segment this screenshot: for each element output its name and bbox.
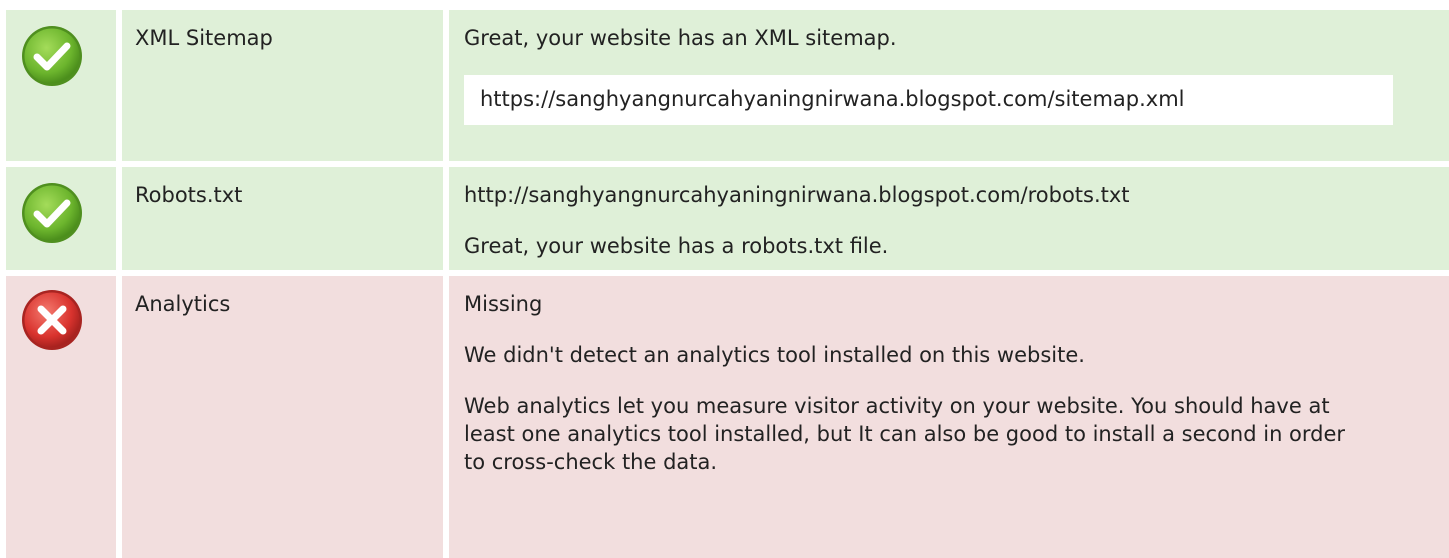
row-name: Robots.txt xyxy=(122,167,443,270)
row-name: Analytics xyxy=(122,276,443,558)
report-row-xml-sitemap: XML Sitemap Great, your website has an X… xyxy=(0,10,1449,161)
detail-description: Web analytics let you measure visitor ac… xyxy=(464,394,1346,474)
row-detail: Great, your website has an XML sitemap. … xyxy=(449,10,1449,161)
sitemap-url: https://sanghyangnurcahyaningnirwana.blo… xyxy=(464,75,1393,125)
row-detail: http://sanghyangnurcahyaningnirwana.blog… xyxy=(449,167,1449,270)
row-detail: Missing We didn't detect an analytics to… xyxy=(449,276,1449,558)
detail-text: We didn't detect an analytics tool insta… xyxy=(464,343,1085,367)
cross-icon xyxy=(22,290,82,350)
check-icon xyxy=(22,26,82,86)
detail-text: Great, your website has an XML sitemap. xyxy=(464,26,897,50)
check-icon xyxy=(22,183,82,243)
report-row-robots: Robots.txt http://sanghyangnurcahyaningn… xyxy=(0,167,1449,270)
seo-report: XML Sitemap Great, your website has an X… xyxy=(0,0,1449,558)
detail-text: Great, your website has a robots.txt fil… xyxy=(464,234,889,258)
report-row-analytics: Analytics Missing We didn't detect an an… xyxy=(0,276,1449,558)
row-name: XML Sitemap xyxy=(122,10,443,161)
status-text: Missing xyxy=(464,292,543,316)
robots-url: http://sanghyangnurcahyaningnirwana.blog… xyxy=(464,183,1130,207)
